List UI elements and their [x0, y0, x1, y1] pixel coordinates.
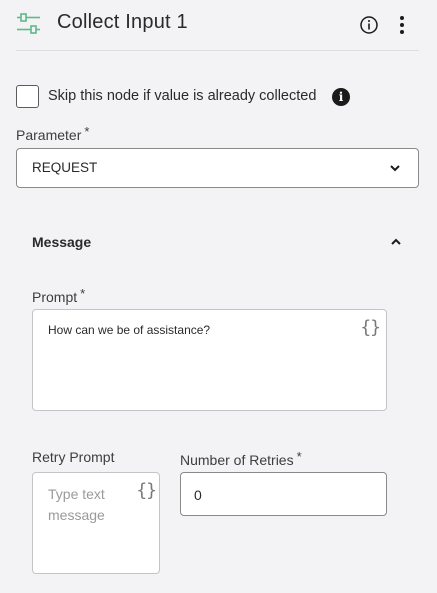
- section-title: Message: [32, 234, 92, 250]
- more-vertical-icon[interactable]: [395, 13, 409, 37]
- chevron-up-icon: [391, 238, 401, 245]
- retries-value: 0: [194, 487, 202, 503]
- workflow-node-icon: [17, 13, 40, 34]
- header-divider: [16, 50, 419, 51]
- skip-label: Skip this node if value is already colle…: [48, 88, 317, 104]
- retries-input[interactable]: 0: [180, 472, 387, 516]
- info-circle-icon[interactable]: [359, 15, 379, 35]
- panel-header: Collect Input 1: [0, 0, 437, 51]
- variable-braces-icon[interactable]: {}: [360, 317, 381, 338]
- retry-prompt-textarea[interactable]: Type text message {}: [32, 472, 160, 574]
- variable-braces-icon[interactable]: {}: [136, 480, 157, 501]
- skip-checkbox[interactable]: [16, 85, 39, 108]
- message-section-header[interactable]: Message: [16, 222, 419, 262]
- page-title: Collect Input 1: [57, 11, 188, 33]
- parameter-label: Parameter *: [16, 124, 90, 143]
- prompt-label: Prompt *: [32, 286, 86, 305]
- parameter-select[interactable]: REQUEST: [16, 148, 419, 188]
- retry-prompt-placeholder: Type text message: [48, 486, 105, 523]
- retry-prompt-label: Retry Prompt: [32, 449, 115, 465]
- parameter-value: REQUEST: [32, 160, 98, 175]
- prompt-textarea[interactable]: How can we be of assistance? {}: [32, 309, 387, 411]
- retries-label: Number of Retries *: [180, 449, 302, 468]
- chevron-down-icon: [390, 165, 400, 172]
- info-filled-icon[interactable]: i: [332, 88, 350, 106]
- prompt-value: How can we be of assistance?: [48, 323, 211, 337]
